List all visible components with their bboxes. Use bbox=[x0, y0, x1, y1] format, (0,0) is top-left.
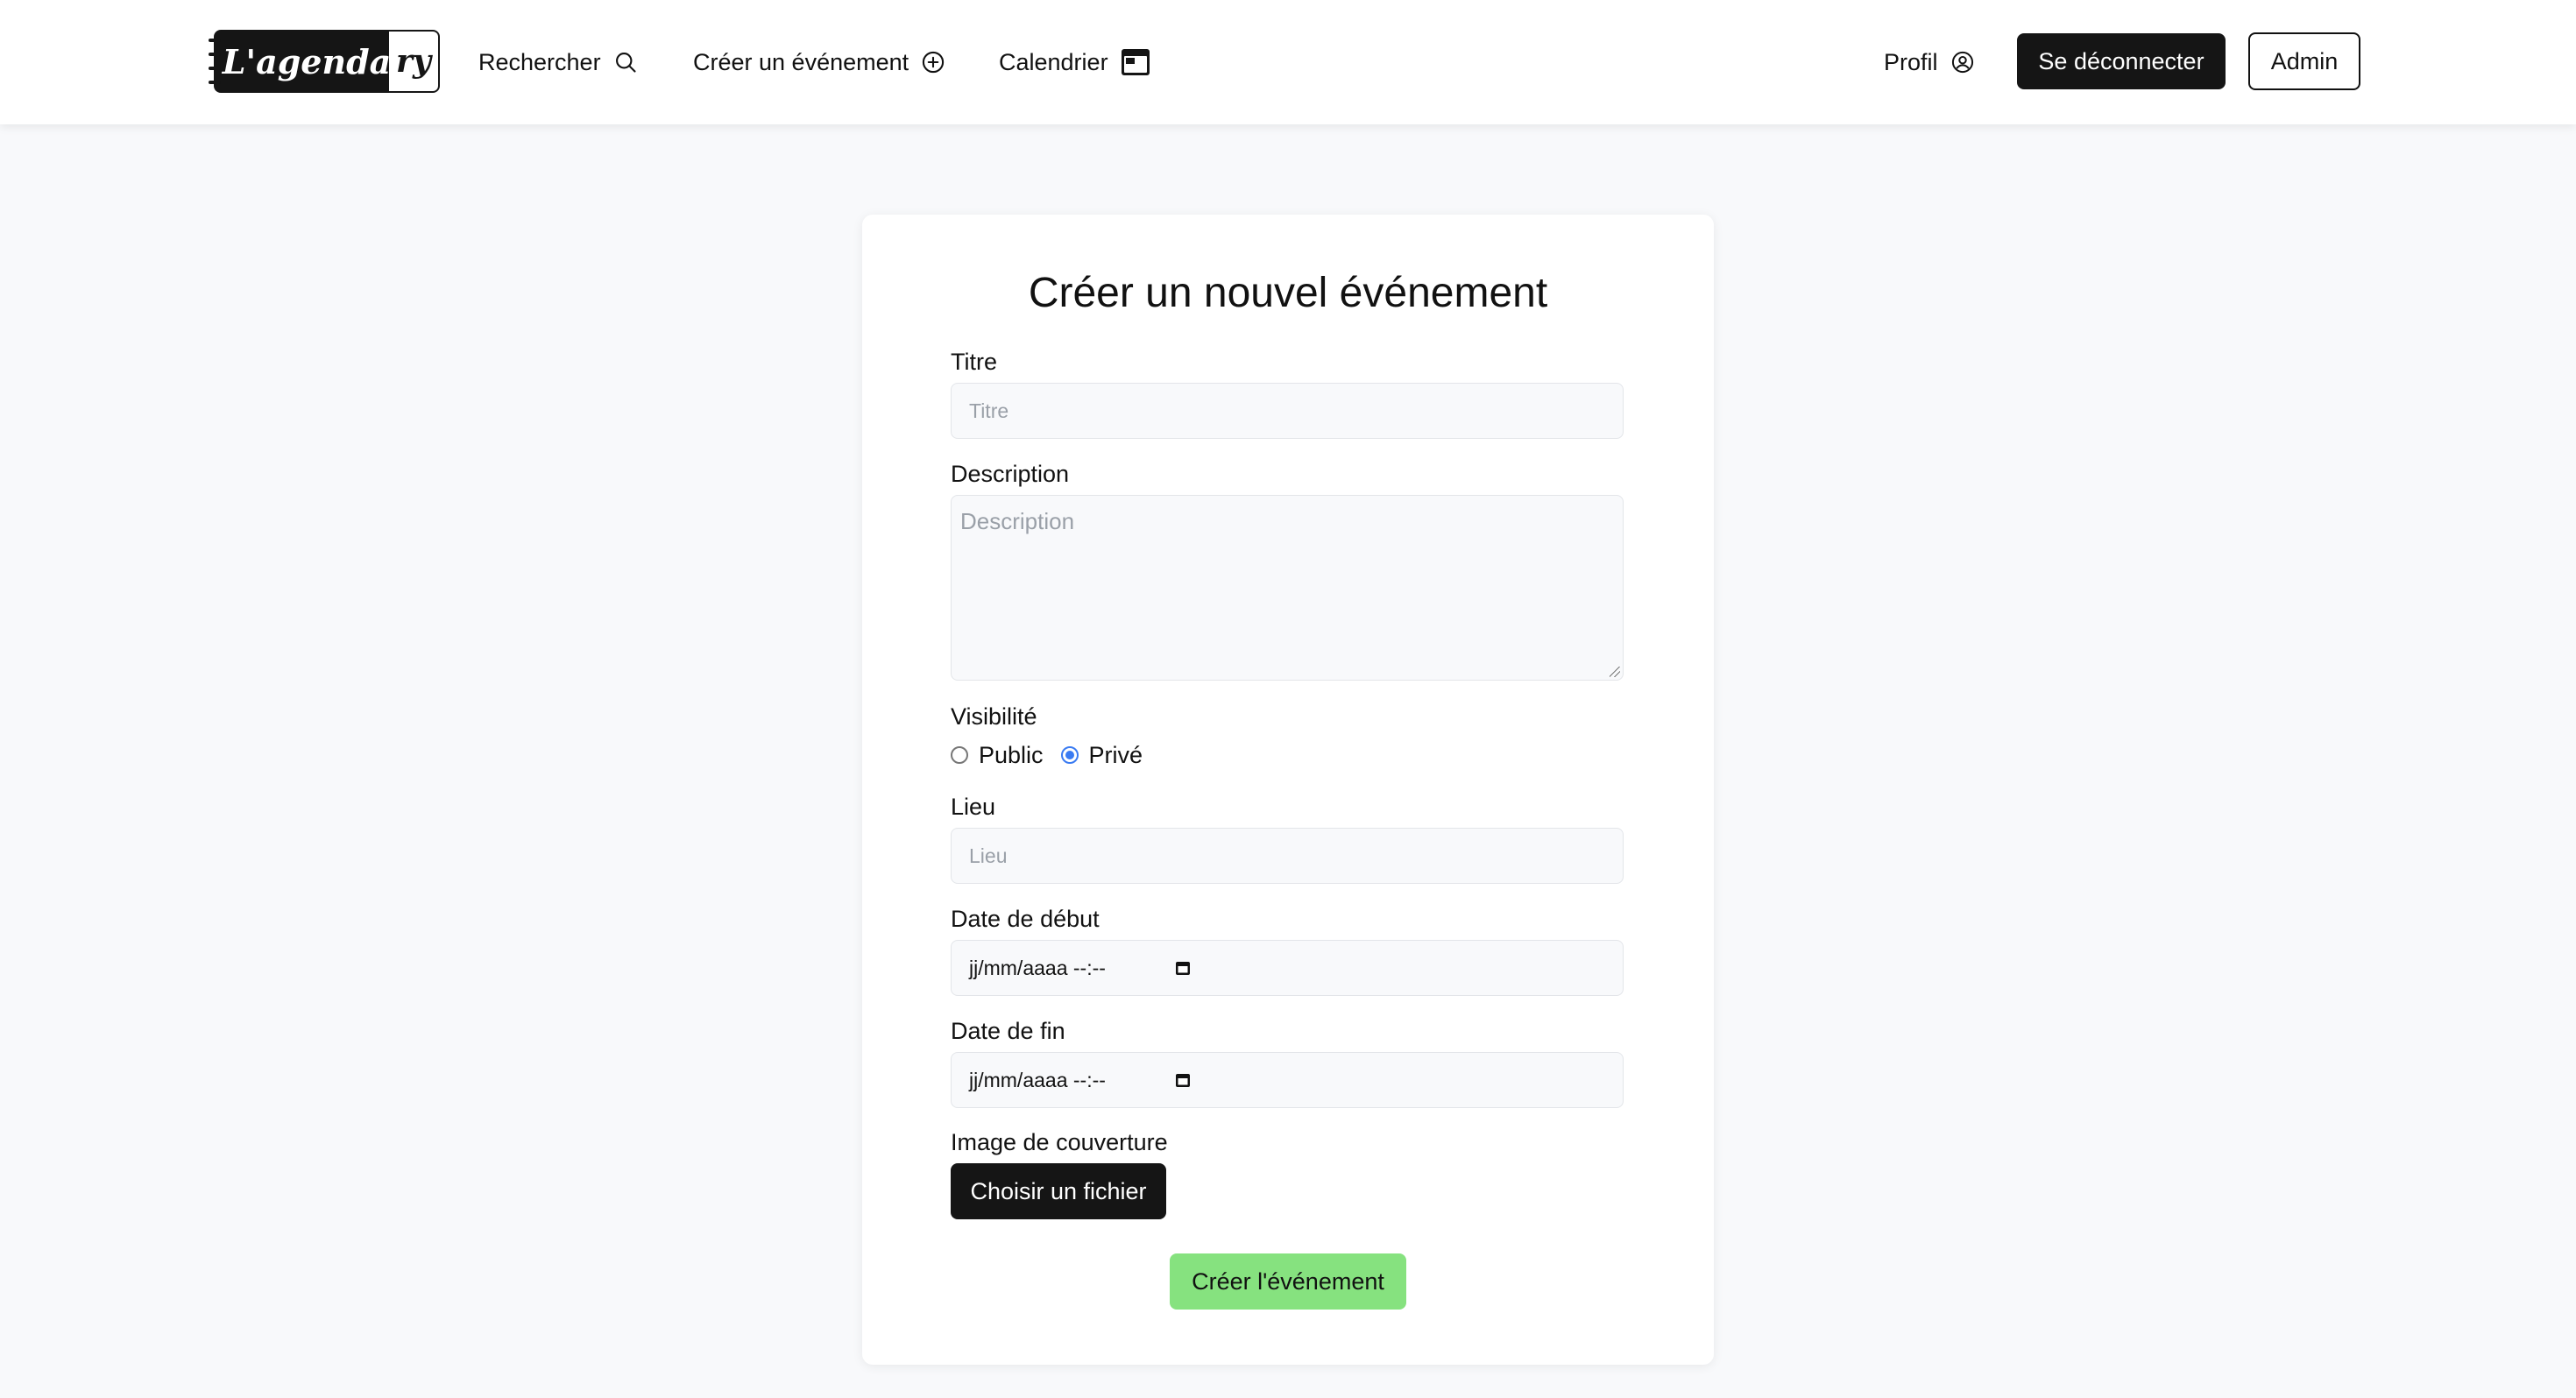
calendar-icon bbox=[1121, 49, 1150, 75]
end-date-value: jj/mm/aaaa --:-- bbox=[969, 1068, 1106, 1091]
nav-profile-label: Profil bbox=[1884, 48, 1938, 75]
calendar-small-icon[interactable] bbox=[1174, 959, 1192, 977]
choose-file-button[interactable]: Choisir un fichier bbox=[951, 1163, 1166, 1219]
nav-create-event-link[interactable]: Créer un événement bbox=[693, 43, 945, 81]
create-event-submit-button[interactable]: Créer l'événement bbox=[1170, 1253, 1406, 1310]
nav-calendar-label: Calendrier bbox=[999, 48, 1108, 75]
title-input[interactable] bbox=[951, 383, 1624, 439]
description-textarea[interactable] bbox=[951, 495, 1624, 681]
logo[interactable]: L'agenda ry bbox=[209, 30, 440, 93]
resize-grip-icon[interactable] bbox=[1610, 667, 1620, 677]
logo-text-right: ry bbox=[389, 30, 440, 93]
visibility-label: Visibilité bbox=[951, 703, 1037, 730]
radio-public[interactable] bbox=[951, 746, 968, 764]
cover-image-label: Image de couverture bbox=[951, 1129, 1168, 1155]
nav-search-label: Rechercher bbox=[478, 48, 601, 75]
nav-calendar-link[interactable]: Calendrier bbox=[999, 43, 1150, 81]
admin-button[interactable]: Admin bbox=[2248, 32, 2360, 90]
create-event-card: Créer un nouvel événement Titre Descript… bbox=[862, 215, 1714, 1365]
nav-profile-link[interactable]: Profil bbox=[1884, 43, 1975, 81]
nav-create-label: Créer un événement bbox=[693, 48, 909, 75]
logo-text-left: L'agenda bbox=[222, 41, 392, 81]
radio-private[interactable] bbox=[1060, 746, 1079, 764]
description-label: Description bbox=[951, 461, 1070, 487]
logout-button[interactable]: Se déconnecter bbox=[2017, 33, 2226, 89]
nav-search-link[interactable]: Rechercher bbox=[478, 43, 638, 81]
navbar: L'agenda ry Rechercher Créer un événemen… bbox=[0, 0, 2576, 124]
start-date-value: jj/mm/aaaa --:-- bbox=[969, 956, 1106, 979]
radio-private-label[interactable]: Privé bbox=[1089, 742, 1143, 769]
start-date-label: Date de début bbox=[951, 906, 1100, 932]
search-icon bbox=[615, 53, 636, 73]
binder-rings-icon bbox=[209, 39, 221, 84]
end-date-input[interactable]: jj/mm/aaaa --:-- bbox=[951, 1052, 1624, 1108]
location-label: Lieu bbox=[951, 794, 996, 820]
plus-circle-icon bbox=[923, 51, 945, 74]
title-label: Titre bbox=[951, 349, 997, 375]
calendar-small-icon[interactable] bbox=[1174, 1071, 1192, 1089]
end-date-label: Date de fin bbox=[951, 1018, 1065, 1044]
start-date-input[interactable]: jj/mm/aaaa --:-- bbox=[951, 940, 1624, 996]
user-circle-icon bbox=[1951, 51, 1973, 74]
radio-public-label[interactable]: Public bbox=[979, 742, 1044, 769]
logo-dark-part: L'agenda bbox=[209, 30, 392, 93]
visibility-radio-group: Public Privé bbox=[951, 740, 1143, 770]
page-title: Créer un nouvel événement bbox=[1028, 270, 1548, 316]
location-input[interactable] bbox=[951, 828, 1624, 884]
